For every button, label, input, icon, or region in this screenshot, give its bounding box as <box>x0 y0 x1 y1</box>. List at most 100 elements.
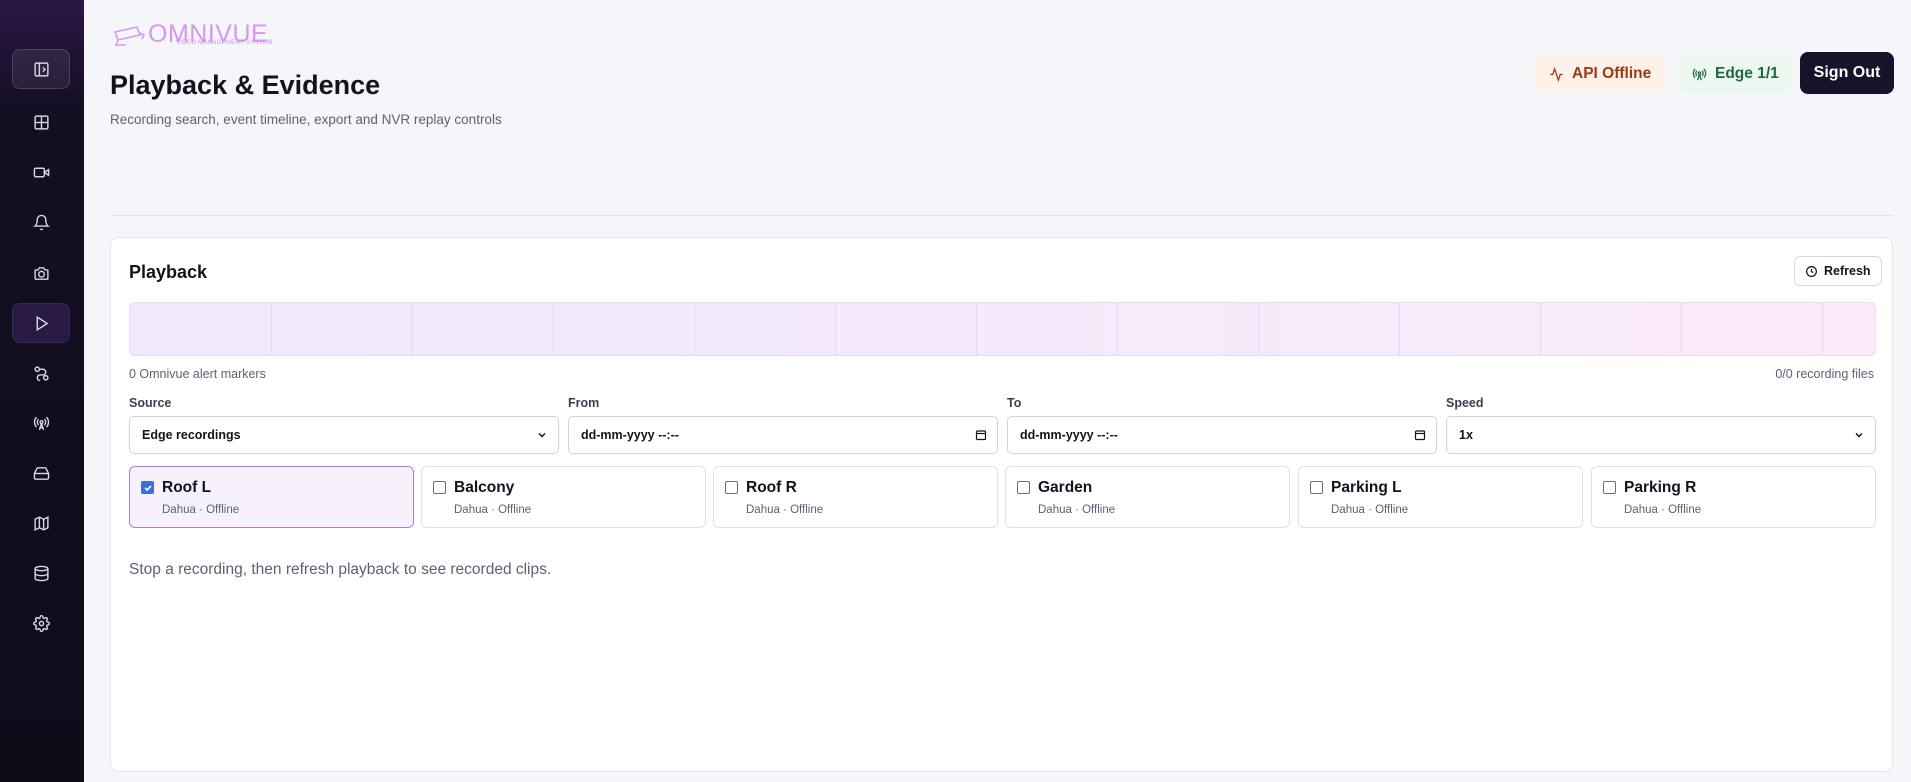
sidebar-item-database[interactable] <box>12 553 70 593</box>
check-icon <box>143 484 152 491</box>
from-label: From <box>568 396 600 410</box>
camera-name: Garden <box>1038 479 1093 496</box>
camera-checkbox[interactable] <box>1310 481 1323 494</box>
timeline-divider <box>553 303 554 355</box>
timeline-divider <box>1399 303 1400 355</box>
antenna-icon <box>33 416 49 430</box>
to-value: dd-mm-yyyy --:-- <box>1020 428 1118 442</box>
page-title: Playback & Evidence <box>110 70 381 100</box>
from-value: dd-mm-yyyy --:-- <box>581 428 679 442</box>
camera-meta: Dahua · Offline <box>162 504 240 516</box>
timeline-divider <box>1681 303 1682 355</box>
timeline-divider <box>1117 303 1118 355</box>
speed-select[interactable]: 1x <box>1446 416 1876 454</box>
omnivue-logo: OMNIVUE VIDEO MANAGEMENT SYSTEM <box>110 18 273 50</box>
sidebar-item-playback[interactable] <box>12 303 70 343</box>
antenna-icon <box>1692 67 1707 80</box>
sidebar <box>0 0 84 782</box>
camera-name: Balcony <box>454 479 515 496</box>
timeline-divider <box>1258 303 1259 355</box>
camera-card-parking-r[interactable]: Parking R Dahua · Offline <box>1591 466 1876 528</box>
sign-out-button[interactable]: Sign Out <box>1800 52 1894 94</box>
sidebar-item-map[interactable] <box>12 503 70 543</box>
grid-icon <box>33 114 49 130</box>
timeline-divider <box>412 303 413 355</box>
speed-value: 1x <box>1459 428 1473 442</box>
to-label: To <box>1007 396 1022 410</box>
camera-card-roof-l[interactable]: Roof L Dahua · Offline <box>129 466 414 528</box>
header-divider <box>110 215 1893 216</box>
source-value: Edge recordings <box>142 428 241 442</box>
edge-status-label: Edge 1/1 <box>1715 65 1779 82</box>
camera-card-roof-r[interactable]: Roof R Dahua · Offline <box>713 466 998 528</box>
camera-name: Parking L <box>1331 479 1402 496</box>
camera-meta: Dahua · Offline <box>1331 504 1409 516</box>
sidebar-panel-icon <box>33 61 49 77</box>
chevron-down-icon <box>538 432 546 438</box>
camera-card-balcony[interactable]: Balcony Dahua · Offline <box>421 466 706 528</box>
timeline-divider <box>835 303 836 355</box>
timeline-divider <box>1540 303 1541 355</box>
source-select[interactable]: Edge recordings <box>129 416 559 454</box>
camera-name: Roof L <box>162 479 212 496</box>
logo-subtitle: VIDEO MANAGEMENT SYSTEM <box>176 40 273 46</box>
camera-icon <box>33 266 49 280</box>
clock-icon <box>1806 265 1817 277</box>
timeline-divider <box>271 303 272 355</box>
sidebar-item-storage[interactable] <box>12 453 70 493</box>
camera-meta: Dahua · Offline <box>746 504 824 516</box>
alert-markers-count: 0 Omnivue alert markers <box>129 367 266 381</box>
sidebar-item-workflows[interactable] <box>12 353 70 393</box>
from-datetime-input[interactable]: dd-mm-yyyy --:-- <box>568 416 998 454</box>
sidebar-item-cameras[interactable] <box>12 152 70 192</box>
api-status-label: API Offline <box>1572 65 1652 82</box>
api-status-badge: API Offline <box>1535 55 1666 93</box>
calendar-icon <box>975 430 987 441</box>
route-icon <box>33 365 49 381</box>
timeline-divider <box>694 303 695 355</box>
gear-icon <box>32 614 50 632</box>
sidebar-item-dashboard[interactable] <box>12 102 70 142</box>
camera-name: Roof R <box>746 479 797 496</box>
camera-checkbox[interactable] <box>141 481 154 494</box>
sidebar-item-settings[interactable] <box>12 603 70 643</box>
playback-title: Playback <box>129 262 208 282</box>
camera-checkbox[interactable] <box>1017 481 1030 494</box>
play-icon <box>36 315 48 331</box>
camera-meta: Dahua · Offline <box>454 504 532 516</box>
sidebar-toggle-button[interactable] <box>12 49 70 89</box>
sidebar-item-snapshots[interactable] <box>12 253 70 293</box>
sidebar-item-alerts[interactable] <box>12 202 70 242</box>
map-icon <box>33 515 49 531</box>
camera-name: Parking R <box>1624 479 1697 496</box>
camera-card-parking-l[interactable]: Parking L Dahua · Offline <box>1298 466 1583 528</box>
recording-files-count: 0/0 recording files <box>1775 367 1874 381</box>
calendar-icon <box>1414 430 1426 441</box>
recording-timeline[interactable] <box>129 302 1876 356</box>
camera-checkbox[interactable] <box>725 481 738 494</box>
playback-card: Playback Refresh 0 Omnivue alert markers… <box>110 237 1893 772</box>
database-icon <box>33 565 49 581</box>
timeline-divider <box>976 303 977 355</box>
source-label: Source <box>129 396 172 410</box>
speed-label: Speed <box>1446 396 1484 410</box>
camera-meta: Dahua · Offline <box>1624 504 1702 516</box>
sidebar-item-edge[interactable] <box>12 403 70 443</box>
chevron-down-icon <box>1855 432 1863 438</box>
camera-meta: Dahua · Offline <box>1038 504 1116 516</box>
edge-status-badge: Edge 1/1 <box>1678 55 1793 93</box>
activity-icon <box>1550 66 1563 82</box>
to-datetime-input[interactable]: dd-mm-yyyy --:-- <box>1007 416 1437 454</box>
bell-icon <box>32 214 50 230</box>
refresh-label: Refresh <box>1824 264 1871 278</box>
video-camera-icon <box>33 167 49 177</box>
refresh-button[interactable]: Refresh <box>1794 256 1882 286</box>
camera-card-garden[interactable]: Garden Dahua · Offline <box>1005 466 1290 528</box>
empty-state-hint: Stop a recording, then refresh playback … <box>129 561 552 578</box>
timeline-divider <box>1822 303 1823 355</box>
page-subtitle: Recording search, event timeline, export… <box>110 112 502 127</box>
hard-drive-icon <box>33 466 49 480</box>
camera-checkbox[interactable] <box>433 481 446 494</box>
camera-checkbox[interactable] <box>1603 481 1616 494</box>
security-camera-logo-icon <box>113 26 146 46</box>
